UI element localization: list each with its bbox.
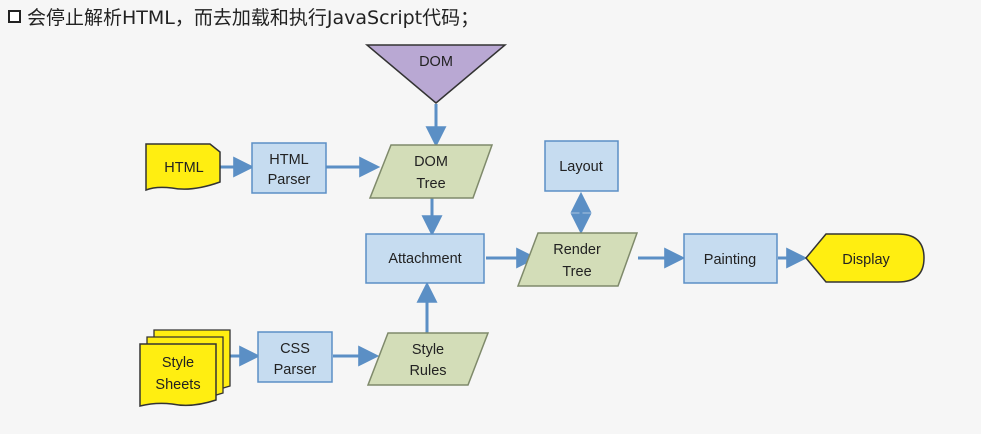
style-rules-line1: Style [412,342,444,358]
render-tree-line2: Tree [562,264,591,280]
dom-source-label: DOM [419,54,453,70]
style-sheets-documents: Style Sheets [139,329,231,407]
html-parser-box: HTML Parser [251,142,327,194]
html-document-label: HTML [164,160,203,176]
html-document: HTML [145,143,221,192]
painting-box: Painting [683,233,778,284]
css-parser-line1: CSS [280,341,310,357]
painting-label: Painting [704,252,756,268]
css-parser-line2: Parser [274,362,317,378]
display-node: Display [805,233,925,283]
dom-source-triangle: DOM [364,44,508,104]
dom-tree-line1: DOM [414,154,448,170]
dom-tree-node: DOM Tree [368,144,494,199]
style-rules-node: Style Rules [366,332,490,386]
layout-box: Layout [544,140,619,192]
style-rules-line2: Rules [409,363,446,379]
layout-label: Layout [559,159,603,175]
render-tree-node: Render Tree [516,232,639,287]
dom-tree-line2: Tree [416,176,445,192]
css-parser-box: CSS Parser [257,331,333,383]
render-tree-line1: Render [553,242,601,258]
html-parser-line1: HTML [269,152,308,168]
style-sheets-line2: Sheets [155,377,200,393]
attachment-box: Attachment [365,233,485,284]
style-sheets-line1: Style [162,355,194,371]
html-parser-line2: Parser [268,172,311,188]
rendering-pipeline-diagram: DOM HTML HTML Parser DOM Tree Layout Att… [139,44,925,407]
attachment-label: Attachment [388,251,461,267]
display-label: Display [842,252,890,268]
arrows [220,104,808,367]
